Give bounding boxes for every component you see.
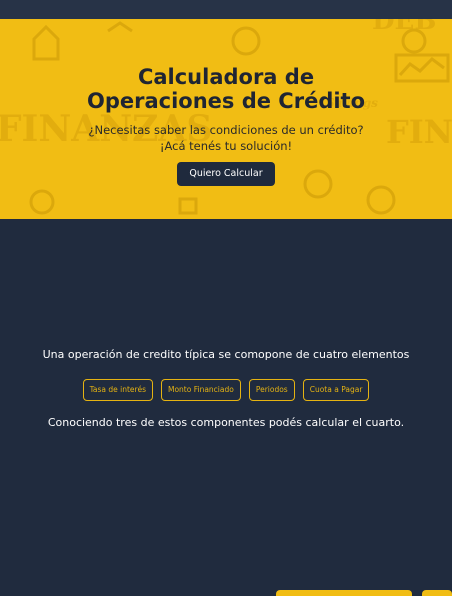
- subtitle-line-1: ¿Necesitas saber las condiciones de un c…: [88, 123, 364, 137]
- elements-list: Tasa de interés Monto Financiado Periodo…: [0, 379, 452, 401]
- hero-banner: FINANZAS FIN DEB Savings Calculadora de …: [0, 19, 452, 219]
- element-installment[interactable]: Cuota a Pagar: [302, 379, 370, 401]
- page-title: Calculadora de Operaciones de Crédito: [0, 65, 452, 113]
- bottom-button[interactable]: [422, 590, 452, 596]
- coin-icon: [231, 26, 261, 56]
- piggy-bank-icon: [178, 197, 198, 215]
- conclusion-text: Conociendo tres de estos componentes pod…: [47, 416, 405, 429]
- title-line-2: Operaciones de Crédito: [86, 89, 366, 113]
- bottom-button[interactable]: [276, 590, 412, 596]
- element-interest-rate[interactable]: Tasa de interés: [82, 379, 153, 401]
- house-icon: [32, 24, 60, 61]
- plant-icon: [107, 21, 133, 33]
- coin-icon: [366, 185, 396, 215]
- element-financed-amount[interactable]: Monto Financiado: [160, 379, 241, 401]
- coin-icon: [29, 189, 55, 215]
- hero-content: Calculadora de Operaciones de Crédito ¿N…: [0, 65, 452, 186]
- top-bar: [0, 0, 452, 19]
- title-line-1: Calculadora de: [137, 65, 315, 89]
- intro-text: Una operación de credito típica se comop…: [42, 348, 410, 361]
- hero-subtitle: ¿Necesitas saber las condiciones de un c…: [0, 122, 452, 154]
- subtitle-line-2: ¡Acá tenés tu solución!: [159, 139, 293, 153]
- credit-elements-section: Una operación de credito típica se comop…: [0, 348, 452, 430]
- calculate-button[interactable]: Quiero Calcular: [177, 162, 275, 186]
- element-periods[interactable]: Periodos: [248, 379, 295, 401]
